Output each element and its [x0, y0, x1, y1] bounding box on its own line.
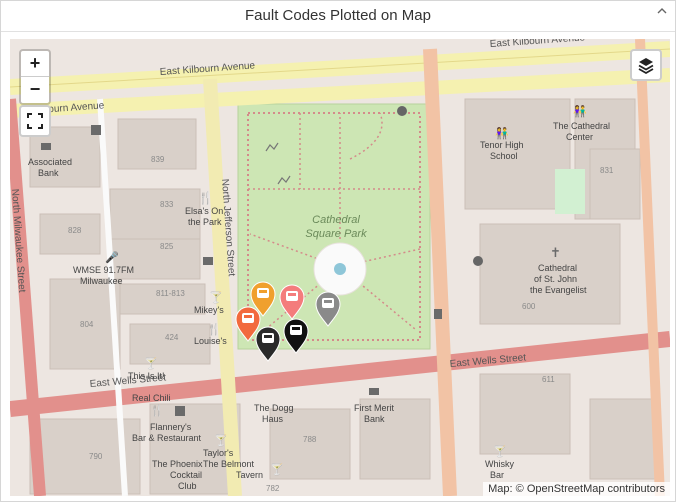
layers-icon: [638, 58, 654, 75]
atm-icon: [91, 125, 101, 135]
place-cathedral-st-john-3: the Evangelist: [530, 285, 587, 295]
park-label-line1: Cathedral: [312, 214, 360, 226]
place-flannerys-2: Bar & Restaurant: [132, 433, 202, 443]
place-wmse-2: Milwaukee: [80, 276, 123, 286]
cocktail-icon: 🍸: [214, 433, 228, 447]
zoom-in-button[interactable]: +: [21, 51, 49, 76]
map-view[interactable]: East Kilbourn Avenue East Kilbourn Avenu…: [10, 39, 670, 496]
school-icon: 👫: [495, 127, 509, 140]
map-attribution: Map: © OpenStreetMap contributors: [483, 482, 670, 496]
place-taylors-2: The Belmont: [203, 459, 255, 469]
place-cathedral-center-1: The Cathedral: [553, 121, 610, 131]
building-number: 833: [160, 200, 174, 209]
building-number: 782: [266, 484, 280, 493]
place-taylors-3: Tavern: [236, 470, 263, 480]
panel-header: Fault Codes Plotted on Map: [1, 1, 675, 32]
school-icon: 👫: [573, 105, 587, 118]
cocktail-icon: 🍸: [270, 462, 284, 476]
building-number: 831: [600, 166, 614, 175]
building-number: 790: [89, 452, 103, 461]
place-whisky-1: Whisky: [485, 459, 514, 469]
building-number: 839: [151, 155, 165, 164]
building-number: 788: [303, 435, 317, 444]
place-flannerys-1: Flannery's: [150, 422, 192, 432]
place-cathedral-st-john-1: Cathedral: [538, 263, 577, 273]
building-number: 811-813: [156, 289, 185, 298]
fork-knife-icon: 🍴: [207, 323, 221, 336]
church-cross-icon: ✝: [550, 245, 561, 260]
zoom-control: + −: [19, 49, 51, 105]
place-dogg-1: The Dogg: [254, 403, 294, 413]
microphone-icon: 🎤: [105, 250, 119, 264]
cocktail-icon: 🍸: [144, 356, 158, 370]
map-tiles: East Kilbourn Avenue East Kilbourn Avenu…: [10, 39, 670, 496]
building-number: 804: [80, 320, 94, 329]
place-phoenix-3: Club: [178, 481, 197, 491]
cocktail-icon: 🍸: [209, 290, 223, 304]
place-phoenix-2: Cocktail: [170, 470, 202, 480]
info-icon: [397, 106, 407, 116]
place-first-merit-1: First Merit: [354, 403, 394, 413]
fullscreen-button[interactable]: [19, 105, 51, 137]
place-elsas-1: Elsa's On: [185, 206, 223, 216]
place-phoenix-1: The Phoenix: [152, 459, 203, 469]
place-taylors-1: Taylor's: [203, 448, 234, 458]
park-label-line2: Square Park: [305, 228, 367, 240]
place-cathedral-st-john-2: of St. John: [534, 274, 577, 284]
place-louises: Louise's: [194, 336, 227, 346]
place-mikeys: Mikey's: [194, 305, 224, 315]
place-cathedral-center-2: Center: [566, 132, 593, 142]
atm-icon: [175, 406, 185, 416]
chevron-up-icon[interactable]: [655, 5, 669, 19]
fork-knife-icon: 🍴: [150, 404, 164, 417]
place-real-chili: Real Chili: [132, 393, 171, 403]
place-wmse-1: WMSE 91.7FM: [73, 265, 134, 275]
bank-icon: [41, 143, 51, 150]
bank-icon: [369, 388, 379, 395]
basket-icon: [203, 257, 213, 265]
place-elsas-2: the Park: [188, 217, 222, 227]
fork-knife-icon: 🍴: [198, 191, 213, 205]
place-this-is-it: This Is It!: [128, 371, 165, 381]
layers-button[interactable]: [630, 49, 662, 81]
place-dogg-2: Haus: [262, 414, 284, 424]
cocktail-icon: 🍸: [493, 444, 507, 458]
place-whisky-2: Bar: [490, 470, 504, 480]
place-tenor-1: Tenor High: [480, 140, 524, 150]
place-associated-bank-2: Bank: [38, 168, 59, 178]
building-number: 611: [542, 375, 555, 384]
building-number: 424: [165, 333, 179, 342]
building-number: 828: [68, 226, 82, 235]
zoom-out-button[interactable]: −: [21, 76, 49, 102]
place-associated-bank-1: Associated: [28, 157, 72, 167]
panel-title: Fault Codes Plotted on Map: [245, 7, 431, 24]
place-first-merit-2: Bank: [364, 414, 385, 424]
place-tenor-2: School: [490, 151, 518, 161]
fault-codes-panel: Fault Codes Plotted on Map East Kilbourn…: [0, 0, 676, 502]
building-number: 825: [160, 242, 174, 251]
bus-stop-icon: [434, 309, 442, 319]
info-icon: [473, 256, 483, 266]
fullscreen-icon: [27, 113, 43, 129]
building-number: 600: [522, 302, 536, 311]
